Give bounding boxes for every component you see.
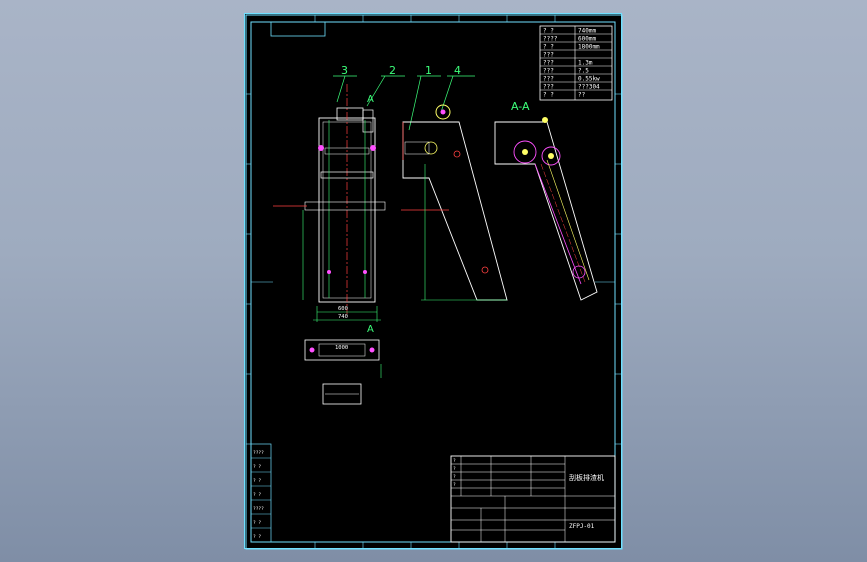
spec-key: ????: [543, 36, 558, 43]
spec-value: ?.5: [578, 68, 589, 75]
balloon-2: 2: [389, 64, 396, 77]
left-label: ? ?: [253, 478, 261, 484]
spec-value: 1800mm: [578, 44, 600, 51]
plan-view: 1000: [304, 339, 382, 405]
spec-key: ???: [543, 76, 554, 83]
spec-value: 0.55kw: [578, 76, 600, 83]
spec-value: 1.3m: [578, 60, 593, 67]
revision-cell: ?: [453, 474, 456, 480]
spec-value: 740mm: [578, 28, 596, 35]
spec-key: ???: [543, 52, 554, 59]
left-label: ? ?: [253, 492, 261, 498]
spec-key: ???: [543, 60, 554, 67]
title-block: ? ? ? ? 刮板排渣机 ZFPJ-01: [450, 455, 616, 543]
section-mark-top: A: [367, 94, 374, 105]
left-label: ????: [253, 506, 264, 512]
spec-key: ???: [543, 84, 554, 91]
left-label: ? ?: [253, 534, 261, 540]
revision-cell: ?: [453, 466, 456, 472]
section-aa-view: [494, 117, 598, 301]
spec-key: ? ?: [543, 92, 554, 99]
left-label: ? ?: [253, 520, 261, 526]
balloon-1: 1: [425, 64, 432, 77]
left-label: ????: [253, 450, 264, 456]
left-label: ? ?: [253, 464, 261, 470]
spec-value: ??: [578, 92, 586, 99]
outer-frame: [245, 14, 623, 550]
drawing-title: 刮板排渣机: [569, 473, 604, 482]
spec-value: 600mm: [578, 36, 596, 43]
revision-cell: ?: [453, 482, 456, 488]
left-revision-column: ???? ? ? ? ? ? ? ???? ? ? ? ?: [250, 443, 272, 543]
spec-key: ???: [543, 68, 554, 75]
dim-label: 600: [338, 306, 348, 312]
spec-key: ? ?: [543, 44, 554, 51]
balloon-3: 3: [341, 64, 348, 77]
section-mark-bottom: A: [367, 324, 374, 335]
spec-key: ? ?: [543, 28, 554, 35]
drawing-number: ZFPJ-01: [569, 523, 595, 530]
revision-cell: ?: [453, 458, 456, 464]
balloon-4: 4: [454, 64, 461, 77]
dim-label: 1000: [335, 345, 348, 351]
spec-value: ???304: [578, 84, 600, 91]
drawing-sheet: ? ? 740mm ???? 600mm ? ? 1800mm ??? ??? …: [244, 13, 623, 550]
zone-ticks: [246, 15, 622, 549]
side-view: [401, 104, 508, 301]
top-number-box: [270, 21, 326, 37]
front-view: 600 740: [273, 84, 386, 322]
cad-canvas: ? ? 740mm ???? 600mm ? ? 1800mm ??? ??? …: [245, 14, 623, 550]
section-title: A-A: [511, 100, 530, 113]
dim-label: 740: [338, 314, 348, 320]
spec-table: ? ? 740mm ???? 600mm ? ? 1800mm ??? ?? ? …: [539, 25, 613, 101]
